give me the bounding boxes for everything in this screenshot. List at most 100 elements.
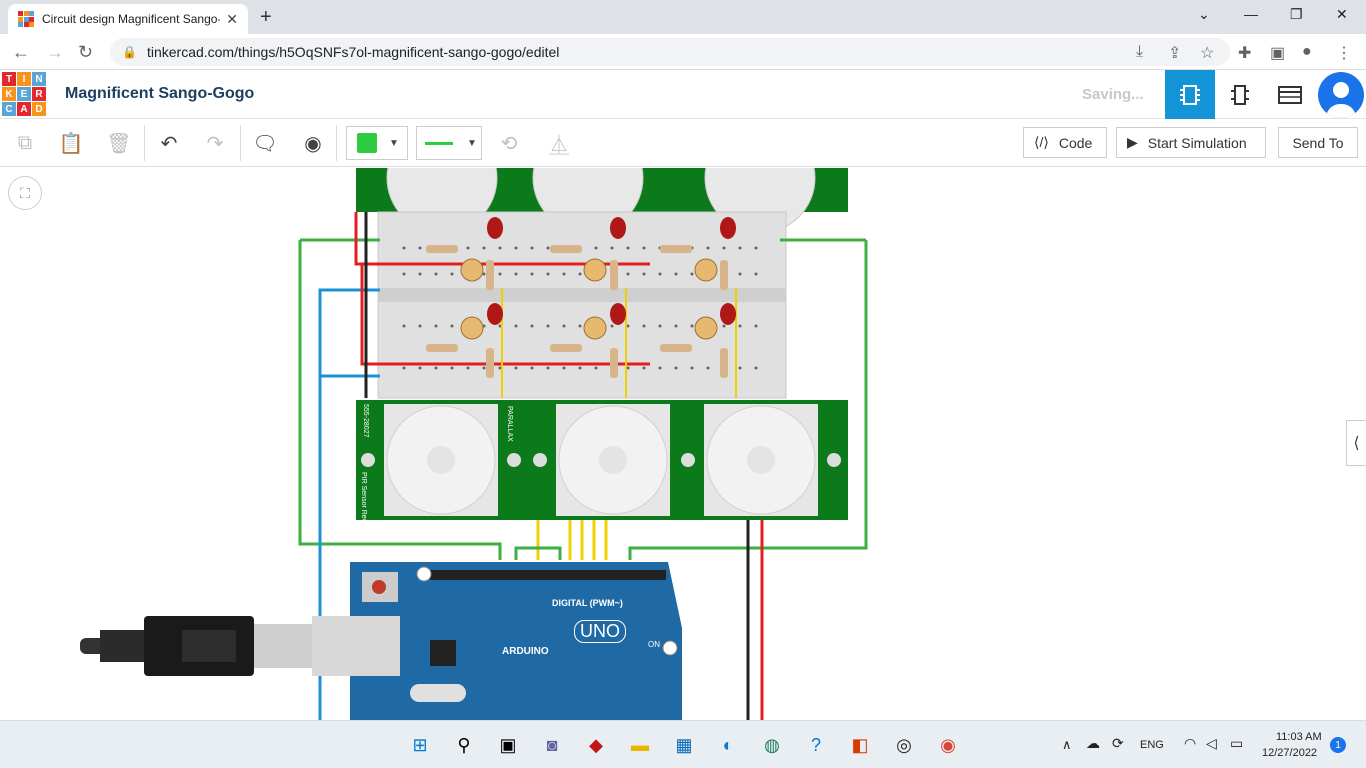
logo-letter: E	[17, 87, 31, 101]
usb-cable	[80, 616, 400, 676]
bookmark-star-icon[interactable]: ☆	[1200, 43, 1214, 63]
wire-color-picker[interactable]: ▼	[346, 126, 408, 160]
avatar-body	[1326, 104, 1356, 118]
url-field[interactable]: 🔒 tinkercad.com/things/h5OqSNFs7ol-magni…	[110, 38, 1230, 66]
file-explorer-icon[interactable]: ▬	[626, 731, 654, 759]
chat-icon[interactable]: ◙	[538, 731, 566, 759]
redo-icon[interactable]: ↷	[200, 129, 230, 157]
play-icon: ▶	[1127, 134, 1138, 150]
side-panel-icon[interactable]: ▣	[1270, 43, 1285, 63]
new-tab-button[interactable]: +	[260, 6, 272, 29]
browser-tab[interactable]: Circuit design Magnificent Sango-Gogo | …	[8, 4, 248, 34]
task-view-icon[interactable]: ▣	[494, 731, 522, 759]
tinkercad-header: T I N K E R C A D Magnificent Sango-Gogo…	[0, 70, 1366, 119]
tab-close-icon[interactable]: ✕	[226, 11, 238, 28]
start-simulation-label: Start Simulation	[1147, 134, 1247, 151]
forward-button[interactable]: →	[46, 42, 64, 63]
avatar-head	[1333, 82, 1349, 98]
close-window-button[interactable]: ✕	[1336, 6, 1348, 23]
extensions-icon[interactable]: ✚	[1238, 43, 1251, 63]
wifi-icon[interactable]: ◠	[1184, 735, 1196, 752]
clock-date[interactable]: 12/27/2022	[1262, 747, 1317, 759]
project-title[interactable]: Magnificent Sango-Gogo	[65, 85, 254, 103]
get-help-icon[interactable]: ?	[802, 731, 830, 759]
mcafee-icon[interactable]: ◆	[582, 731, 610, 759]
tinkercad-favicon-icon	[18, 11, 34, 27]
save-status: Saving...	[1082, 86, 1144, 103]
component-list-button[interactable]	[1265, 70, 1315, 119]
weather-icon[interactable]: ☁	[1086, 735, 1100, 752]
tab-search-icon[interactable]: ⌄	[1198, 6, 1210, 23]
code-label: Code	[1058, 134, 1093, 151]
logo-letter: T	[2, 72, 16, 86]
office-icon[interactable]: ◧	[846, 731, 874, 759]
color-swatch	[357, 133, 377, 153]
arduino-brand-text: ARDUINO	[502, 646, 549, 657]
circuit-chip-icon	[1180, 84, 1200, 105]
tray-chevron-icon[interactable]: ∧	[1062, 737, 1072, 753]
logo-letter: I	[17, 72, 31, 86]
schematic-view-button[interactable]	[1215, 70, 1265, 119]
toolbar-divider	[336, 125, 337, 161]
editor-toolbar: ⧉ 📋 🗑 ↶ ↷ 🗨 ◉ ▼ ▼ ⟲ ⏅ ⟨/⟩ Code ▶ Start S…	[0, 119, 1366, 167]
wire-type-preview	[425, 141, 453, 145]
rotate-icon[interactable]: ⟲	[494, 129, 524, 157]
logo-letter: K	[2, 87, 16, 101]
paste-icon[interactable]: 📋	[56, 129, 86, 157]
sync-icon[interactable]: ⟳	[1112, 735, 1124, 752]
maximize-button[interactable]: ❐	[1290, 6, 1303, 23]
circuit-view-button[interactable]	[1165, 70, 1215, 119]
send-to-button[interactable]: Send To	[1278, 127, 1358, 158]
minimize-button[interactable]: —	[1244, 6, 1258, 22]
clock-time[interactable]: 11:03 AM	[1276, 731, 1322, 743]
flip-icon[interactable]: ⏅	[544, 129, 574, 157]
wire-type-picker[interactable]: ▼	[416, 126, 482, 160]
pir-label-rev: PIR Sensor Rev B	[360, 472, 367, 529]
user-avatar[interactable]	[1318, 72, 1364, 118]
search-icon[interactable]: ⚲	[450, 731, 478, 759]
notification-badge[interactable]: 1	[1330, 737, 1346, 753]
battery-icon[interactable]: ▭	[1230, 735, 1243, 752]
store-icon[interactable]: ▦	[670, 731, 698, 759]
notes-visibility-icon[interactable]: ◉	[298, 129, 328, 157]
install-icon[interactable]: ⤓	[1136, 43, 1143, 61]
list-icon	[1278, 85, 1302, 104]
volume-icon[interactable]: ◁	[1206, 735, 1217, 752]
digital-label: DIGITAL (PWM~)	[552, 598, 623, 608]
notes-icon[interactable]: 🗨	[250, 129, 280, 157]
start-simulation-button[interactable]: ▶ Start Simulation	[1116, 127, 1266, 158]
copy-icon[interactable]: ⧉	[10, 129, 40, 157]
toolbar-divider	[144, 125, 145, 161]
share-icon[interactable]: ⇪	[1168, 43, 1181, 63]
browser-menu-icon[interactable]: ⋮	[1336, 43, 1352, 63]
tinkercad-logo[interactable]: T I N K E R C A D	[2, 72, 46, 116]
caret-down-icon: ▼	[467, 137, 477, 149]
logo-letter: A	[17, 102, 31, 116]
code-button[interactable]: ⟨/⟩ Code	[1023, 127, 1107, 158]
logo-letter: D	[32, 102, 46, 116]
app-icon[interactable]: ◍	[758, 731, 786, 759]
browser-tab-strip: Circuit design Magnificent Sango-Gogo | …	[0, 0, 1366, 34]
creative-cloud-icon[interactable]: ◎	[890, 731, 918, 759]
schematic-icon	[1231, 84, 1249, 105]
profile-icon[interactable]: ●	[1302, 43, 1312, 61]
reload-button[interactable]: ↻	[78, 42, 93, 63]
pir-sensor-bottom-row[interactable]	[356, 400, 848, 520]
collapse-panel-icon[interactable]: ⟨	[1346, 420, 1366, 466]
caret-down-icon: ▼	[389, 137, 399, 149]
delete-icon[interactable]: 🗑	[104, 129, 134, 157]
language-indicator[interactable]: ENG	[1140, 739, 1164, 751]
address-bar-row: ← → ↻ 🔒 tinkercad.com/things/h5OqSNFs7ol…	[0, 34, 1366, 70]
edge-icon[interactable]: ◐	[714, 731, 742, 759]
start-menu-icon[interactable]: ⊞	[406, 731, 434, 759]
circuit-canvas[interactable]: ⛶ ARDUINO UNO DIGITAL (PWM~) ON PARALLAX…	[0, 168, 1366, 720]
on-label: ON	[648, 640, 660, 649]
back-button[interactable]: ←	[12, 42, 30, 63]
chrome-icon[interactable]: ◉	[934, 731, 962, 759]
windows-taskbar: ⊞ ⚲ ▣ ◙ ◆ ▬ ▦ ◐ ◍ ? ◧ ◎ ◉ ∧ ☁ ⟳ ENG ◠ ◁ …	[0, 720, 1366, 768]
circuit-drawing	[80, 168, 868, 720]
undo-icon[interactable]: ↶	[154, 129, 184, 157]
toolbar-divider	[240, 125, 241, 161]
logo-letter: C	[2, 102, 16, 116]
tab-title: Circuit design Magnificent Sango-Gogo | …	[42, 12, 220, 26]
